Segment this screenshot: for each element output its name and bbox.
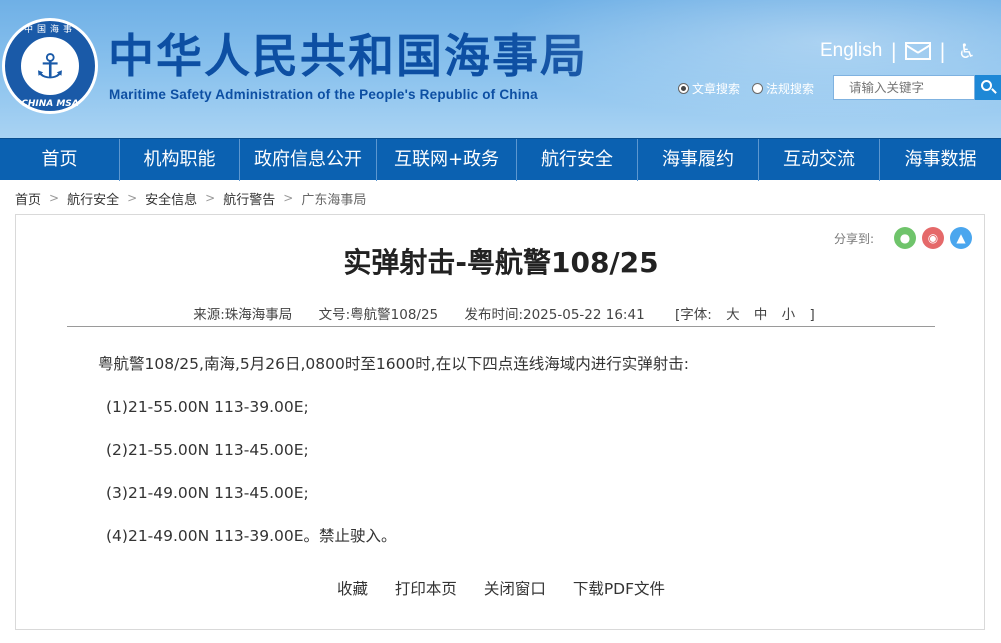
breadcrumb-link[interactable]: 首页 (15, 189, 41, 208)
site-header: 中国海事 ⚓ CHINA MSA 中华人民共和国海事局 Maritime Saf… (0, 0, 1001, 138)
nav-item-home[interactable]: 首页 (0, 139, 120, 181)
nav-item-internet-gov[interactable]: 互联网+政务 (377, 139, 517, 181)
breadcrumb-separator: > (49, 191, 60, 205)
site-subtitle: Maritime Safety Administration of the Pe… (109, 87, 538, 102)
font-medium-button[interactable]: 中 (754, 307, 768, 323)
radio-dot-selected[interactable] (678, 82, 689, 94)
search-button[interactable] (975, 75, 1001, 100)
breadcrumb-separator: > (205, 191, 216, 205)
english-link[interactable]: English (820, 40, 882, 62)
msa-logo[interactable]: 中国海事 ⚓ CHINA MSA (2, 18, 98, 114)
breadcrumb-separator: > (127, 191, 138, 205)
share-label: 分享到: (834, 231, 875, 246)
radio-dot[interactable] (752, 82, 764, 94)
close-window-link[interactable]: 关闭窗口 (484, 580, 546, 598)
paragraph: (4)21-49.00N 113-39.00E。禁止驶入。 (106, 527, 397, 545)
font-small-button[interactable]: 小 (782, 307, 796, 323)
site-title: 中华人民共和国海事局 (108, 29, 588, 83)
title-divider (67, 326, 935, 327)
print-link[interactable]: 打印本页 (395, 580, 457, 598)
breadcrumb-link[interactable]: 安全信息 (145, 189, 197, 208)
font-size-switcher: [字体: 大 中 小 ] (670, 307, 820, 323)
article-title: 实弹射击-粤航警108/25 (343, 246, 659, 279)
anchor-icon: ⚓ (34, 47, 66, 87)
breadcrumb: 首页 > 航行安全 > 安全信息 > 航行警告 > 广东海事局 (15, 189, 366, 208)
meta-doc-no: 文号:粤航警108/25 (318, 307, 439, 323)
meta-published: 发布时间:2025-05-22 16:41 (464, 307, 645, 323)
download-pdf-link[interactable]: 下载PDF文件 (573, 580, 665, 598)
favorite-link[interactable]: 收藏 (337, 580, 368, 598)
radio-label: 法规搜索 (766, 81, 815, 96)
logo-inner: ⚓ (19, 35, 81, 97)
breadcrumb-current[interactable]: 广东海事局 (301, 189, 366, 208)
nav-item-gov-info[interactable]: 政府信息公开 (240, 139, 377, 181)
search-input[interactable] (833, 75, 975, 100)
article-body: 粤航警108/25,南海,5月26日,0800时至1600时,在以下四点连线海域… (98, 352, 918, 567)
font-close: ] (809, 307, 815, 323)
paragraph: (1)21-55.00N 113-39.00E; (106, 398, 309, 416)
article-actions: 收藏 打印本页 关闭窗口 下载PDF文件 (16, 577, 986, 599)
header-tools: English | | ♿ (820, 38, 976, 64)
nav-item-nav-safety[interactable]: 航行安全 (517, 139, 638, 181)
article-container: 分享到: ● ◉ ▲ 实弹射击-粤航警108/25 来源:珠海海事局 文号:粤航… (15, 214, 985, 630)
article-meta: 来源:珠海海事局 文号:粤航警108/25 发布时间:2025-05-22 16… (16, 303, 986, 323)
main-nav: 首页 机构职能 政府信息公开 互联网+政务 航行安全 海事履约 互动交流 海事数… (0, 138, 1001, 181)
breadcrumb-link[interactable]: 航行安全 (67, 189, 119, 208)
tool-separator: | (939, 39, 946, 63)
meta-source: 来源:珠海海事局 (193, 307, 293, 323)
nav-item-functions[interactable]: 机构职能 (120, 139, 240, 181)
wheelchair-icon[interactable]: ♿ (958, 39, 976, 63)
paragraph: 粤航警108/25,南海,5月26日,0800时至1600时,在以下四点连线海域… (98, 355, 689, 373)
logo-ring-bottom-text: CHINA MSA (21, 99, 79, 109)
search-scope: 文章搜索 法规搜索 (678, 76, 826, 100)
nav-item-compliance[interactable]: 海事履约 (638, 139, 759, 181)
radio-regulation-search[interactable]: 法规搜索 (752, 80, 814, 97)
nav-item-interaction[interactable]: 互动交流 (759, 139, 880, 181)
tool-separator: | (890, 39, 898, 63)
radio-label: 文章搜索 (692, 81, 741, 96)
breadcrumb-link[interactable]: 航行警告 (223, 189, 275, 208)
breadcrumb-separator: > (283, 191, 294, 205)
font-large-button[interactable]: 大 (726, 307, 740, 323)
nav-item-data[interactable]: 海事数据 (880, 139, 1001, 181)
logo-ring-top-text: 中国海事 (23, 25, 76, 35)
paragraph: (2)21-55.00N 113-45.00E; (106, 441, 309, 459)
search-icon-handle (991, 88, 997, 94)
radio-article-search[interactable]: 文章搜索 (678, 80, 740, 97)
mail-icon[interactable] (905, 42, 932, 60)
paragraph: (3)21-49.00N 113-45.00E; (106, 484, 309, 502)
font-label: [字体: (674, 307, 712, 323)
